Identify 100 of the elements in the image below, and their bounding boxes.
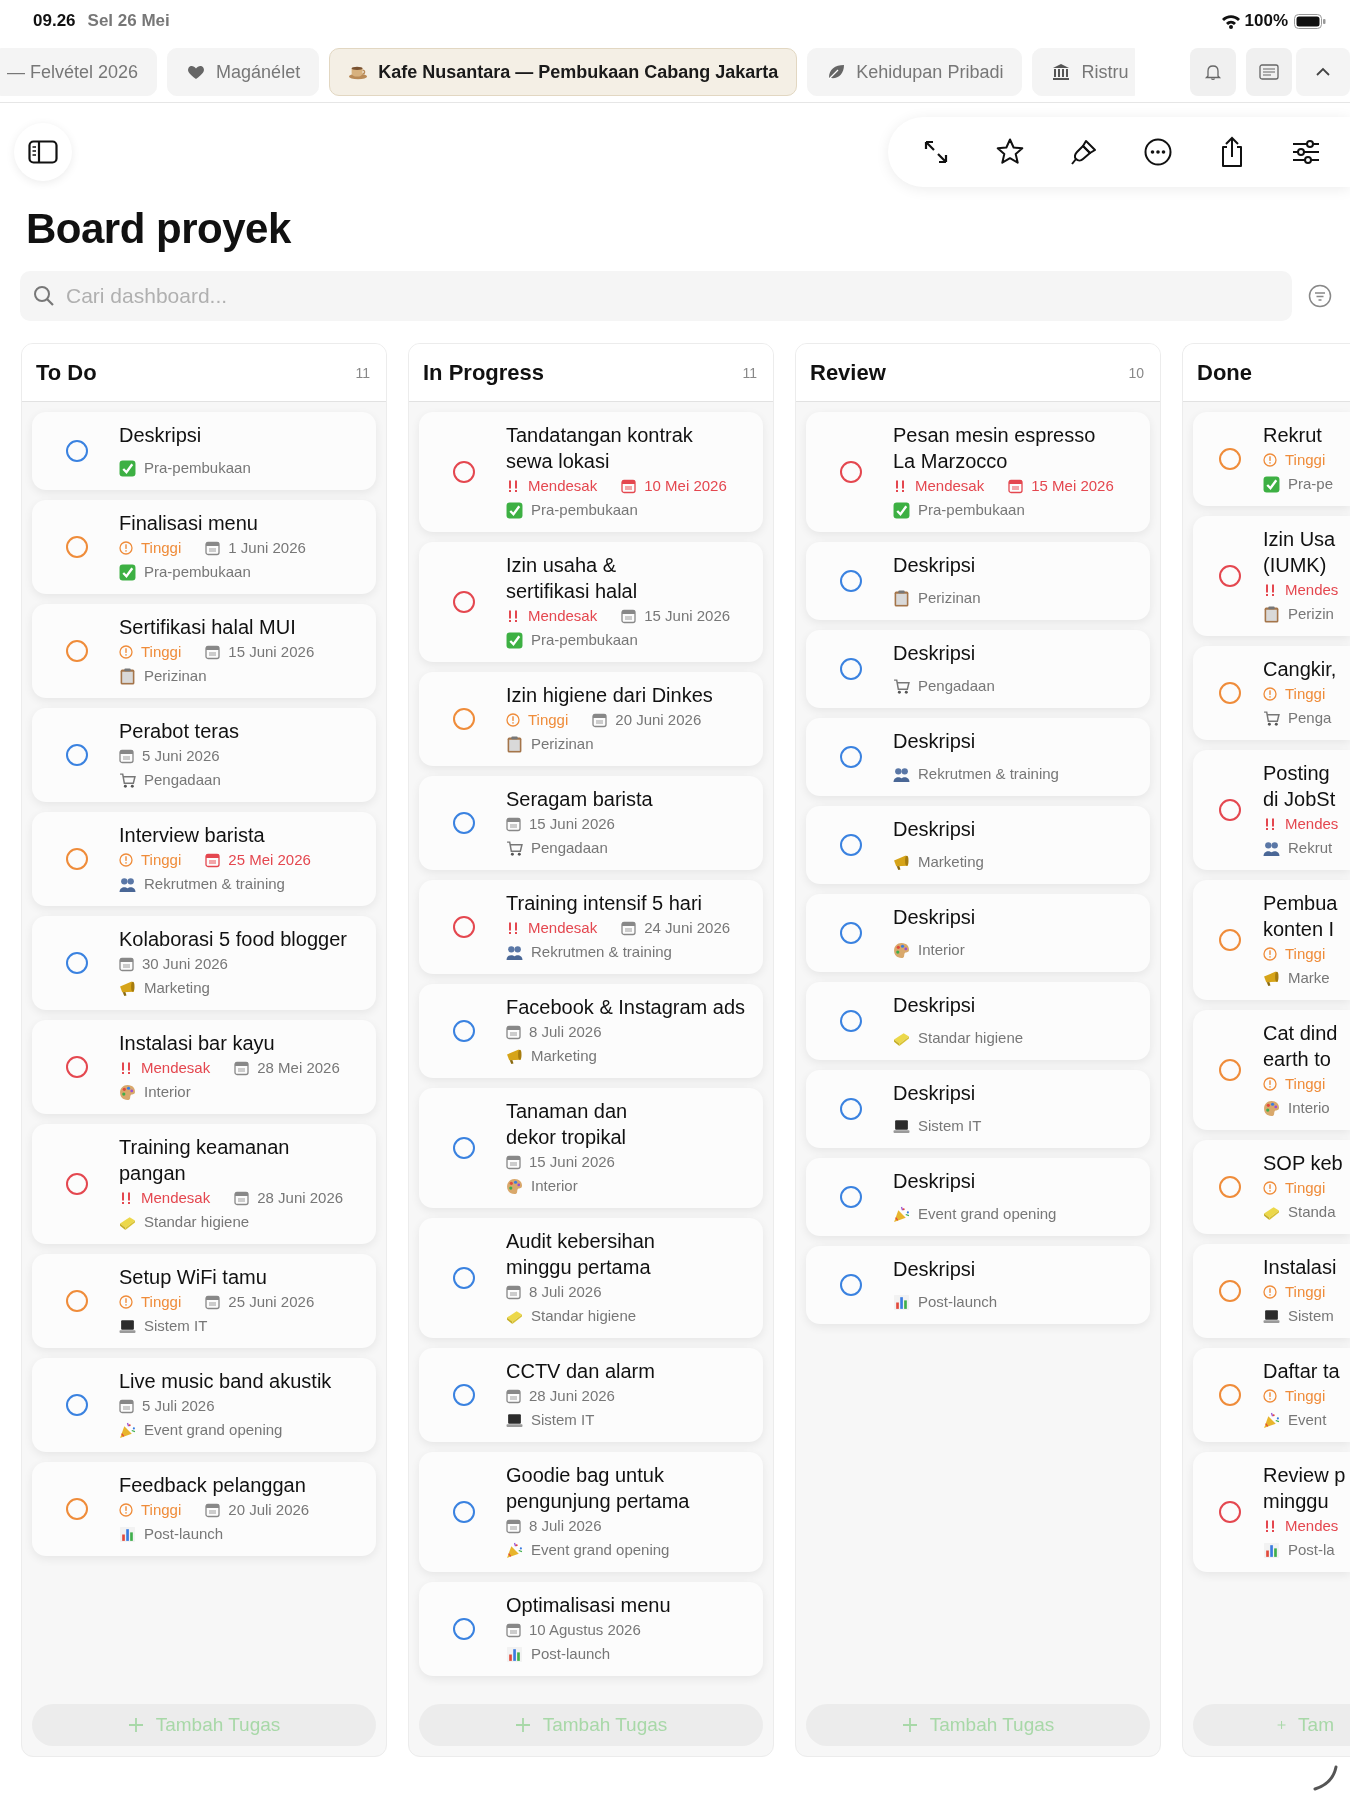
task-checkbox[interactable]	[1219, 799, 1241, 821]
task-checkbox[interactable]	[66, 1173, 88, 1195]
task-checkbox[interactable]	[453, 708, 475, 730]
task-card[interactable]: Perabot teras 5 Juni 2026 Pengadaan	[32, 708, 376, 802]
task-card[interactable]: Live music band akustik 5 Juli 2026 Event grand opening	[32, 1358, 376, 1452]
task-checkbox[interactable]	[1219, 565, 1241, 587]
task-checkbox[interactable]	[1219, 1176, 1241, 1198]
task-card[interactable]: Goodie bag untuk pengunjung pertama 8 Juli 2026 Event grand opening	[419, 1452, 763, 1572]
filter-icon[interactable]	[1308, 284, 1332, 308]
task-card[interactable]: Tandatangan kontrak sewa lokasi Mendesak 10 Mei 2026 Pra-pembukaan	[419, 412, 763, 532]
task-card[interactable]: Deskripsi Marketing	[806, 806, 1150, 884]
more-button[interactable]	[1142, 136, 1174, 168]
task-checkbox[interactable]	[453, 916, 475, 938]
task-checkbox[interactable]	[840, 1186, 862, 1208]
task-card[interactable]: Deskripsi Pengadaan	[806, 630, 1150, 708]
task-checkbox[interactable]	[1219, 1280, 1241, 1302]
task-card[interactable]: Training keamanan pangan Mendesak 28 Juni 2026 Standar higiene	[32, 1124, 376, 1244]
task-checkbox[interactable]	[840, 570, 862, 592]
task-card[interactable]: Cangkir, Tinggi Penga	[1193, 646, 1350, 740]
task-checkbox[interactable]	[66, 1056, 88, 1078]
task-checkbox[interactable]	[66, 440, 88, 462]
task-card[interactable]: Training intensif 5 hari Mendesak 24 Juni 2026 Rekrutmen & training	[419, 880, 763, 974]
task-checkbox[interactable]	[840, 1098, 862, 1120]
task-card[interactable]: Tanaman dan dekor tropikal 15 Juni 2026 Interior	[419, 1088, 763, 1208]
task-card[interactable]: Cat dind earth to Tinggi Interio	[1193, 1010, 1350, 1130]
task-card[interactable]: Posting di JobSt Mendes Rekrut	[1193, 750, 1350, 870]
category-label: Post-launch	[531, 1644, 611, 1664]
task-checkbox[interactable]	[840, 746, 862, 768]
task-checkbox[interactable]	[66, 1394, 88, 1416]
project-tab[interactable]: Magánélet	[167, 48, 320, 96]
task-card[interactable]: Deskripsi Interior	[806, 894, 1150, 972]
task-card[interactable]: Optimalisasi menu 10 Agustus 2026 Post-launch	[419, 1582, 763, 1676]
task-card[interactable]: Finalisasi menu Tinggi 1 Juni 2026 Pra-pembukaan	[32, 500, 376, 594]
task-checkbox[interactable]	[1219, 1059, 1241, 1081]
project-tab[interactable]: Kehidupan Pribadi	[807, 48, 1023, 96]
task-checkbox[interactable]	[840, 461, 862, 483]
task-checkbox[interactable]	[453, 812, 475, 834]
task-card[interactable]: Izin Usa (IUMK) Mendes Perizin	[1193, 516, 1350, 636]
task-card[interactable]: Deskripsi Rekrutmen & training	[806, 718, 1150, 796]
reader-button[interactable]	[1246, 48, 1292, 96]
task-card[interactable]: Rekrut Tinggi Pra-pe	[1193, 412, 1350, 506]
task-card[interactable]: SOP keb Tinggi Standa	[1193, 1140, 1350, 1234]
task-checkbox[interactable]	[1219, 929, 1241, 951]
task-checkbox[interactable]	[453, 1020, 475, 1042]
task-card[interactable]: Instalasi Tinggi Sistem	[1193, 1244, 1350, 1338]
task-checkbox[interactable]	[453, 1618, 475, 1640]
task-card[interactable]: Izin higiene dari Dinkes Tinggi 20 Juni 2026 Perizinan	[419, 672, 763, 766]
task-checkbox[interactable]	[66, 536, 88, 558]
task-card[interactable]: Daftar ta Tinggi Event	[1193, 1348, 1350, 1442]
task-card[interactable]: Kolaborasi 5 food blogger 30 Juni 2026 Marketing	[32, 916, 376, 1010]
bank-building-icon	[1051, 62, 1072, 82]
search-field[interactable]: Cari dashboard...	[20, 271, 1292, 321]
project-tab[interactable]: Ristru	[1032, 48, 1136, 96]
task-checkbox[interactable]	[66, 744, 88, 766]
category-label: Pra-pembukaan	[531, 500, 638, 520]
task-checkbox[interactable]	[66, 848, 88, 870]
task-checkbox[interactable]	[1219, 1384, 1241, 1406]
task-card[interactable]: Deskripsi Pra-pembukaan	[32, 412, 376, 490]
task-card[interactable]: Deskripsi Sistem IT	[806, 1070, 1150, 1148]
task-checkbox[interactable]	[66, 640, 88, 662]
project-tab[interactable]: — Felvétel 2026	[0, 48, 158, 96]
category-label: Pra-pembukaan	[531, 630, 638, 650]
task-card[interactable]: Sertifikasi halal MUI Tinggi 15 Juni 2026 Perizinan	[32, 604, 376, 698]
task-card[interactable]: Pembua konten I Tinggi Marke	[1193, 880, 1350, 1000]
task-checkbox[interactable]	[66, 1498, 88, 1520]
task-card[interactable]: Audit kebersihan minggu pertama 8 Juli 2026 Standar higiene	[419, 1218, 763, 1338]
task-checkbox[interactable]	[66, 1290, 88, 1312]
task-card[interactable]: Deskripsi Perizinan	[806, 542, 1150, 620]
task-checkbox[interactable]	[1219, 682, 1241, 704]
task-checkbox[interactable]	[840, 834, 862, 856]
project-tab[interactable]: Kafe Nusantara — Pembukaan Cabang Jakarta	[329, 48, 798, 96]
task-card[interactable]: Deskripsi Standar higiene	[806, 982, 1150, 1060]
task-checkbox[interactable]	[453, 591, 475, 613]
task-card[interactable]: Deskripsi Event grand opening	[806, 1158, 1150, 1236]
task-card[interactable]: Seragam barista 15 Juni 2026 Pengadaan	[419, 776, 763, 870]
task-card[interactable]: Deskripsi Post-launch	[806, 1246, 1150, 1324]
task-checkbox[interactable]	[1219, 1501, 1241, 1523]
task-title: Finalisasi menu	[119, 511, 259, 536]
task-card[interactable]: CCTV dan alarm 28 Juni 2026 Sistem IT	[419, 1348, 763, 1442]
task-checkbox[interactable]	[453, 1267, 475, 1289]
task-card[interactable]: Instalasi bar kayu Mendesak 28 Mei 2026 Interior	[32, 1020, 376, 1114]
task-checkbox[interactable]	[840, 1274, 862, 1296]
task-card[interactable]: Setup WiFi tamu Tinggi 25 Juni 2026 Sistem IT	[32, 1254, 376, 1348]
status-date: Sel 26 Mei	[87, 11, 170, 31]
task-card[interactable]: Pesan mesin espresso La Marzocco Mendesak 15 Mei 2026 Pra-pembukaan	[806, 412, 1150, 532]
task-checkbox[interactable]	[453, 1137, 475, 1159]
task-checkbox[interactable]	[453, 461, 475, 483]
task-checkbox[interactable]	[840, 658, 862, 680]
task-checkbox[interactable]	[453, 1384, 475, 1406]
notifications-button[interactable]	[1190, 48, 1236, 96]
task-checkbox[interactable]	[840, 1010, 862, 1032]
task-card[interactable]: Facebook & Instagram ads 8 Juli 2026 Marketing	[419, 984, 763, 1078]
task-card[interactable]: Izin usaha & sertifikasi halal Mendesak 15 Juni 2026 Pra-pembukaan	[419, 542, 763, 662]
task-card[interactable]: Feedback pelanggan Tinggi 20 Juli 2026 Post-launch	[32, 1462, 376, 1556]
task-checkbox[interactable]	[1219, 448, 1241, 470]
task-card[interactable]: Review p minggu Mendes Post-la	[1193, 1452, 1350, 1572]
task-checkbox[interactable]	[840, 922, 862, 944]
task-checkbox[interactable]	[453, 1501, 475, 1523]
task-card[interactable]: Interview barista Tinggi 25 Mei 2026 Rekrutmen & training	[32, 812, 376, 906]
task-checkbox[interactable]	[66, 952, 88, 974]
